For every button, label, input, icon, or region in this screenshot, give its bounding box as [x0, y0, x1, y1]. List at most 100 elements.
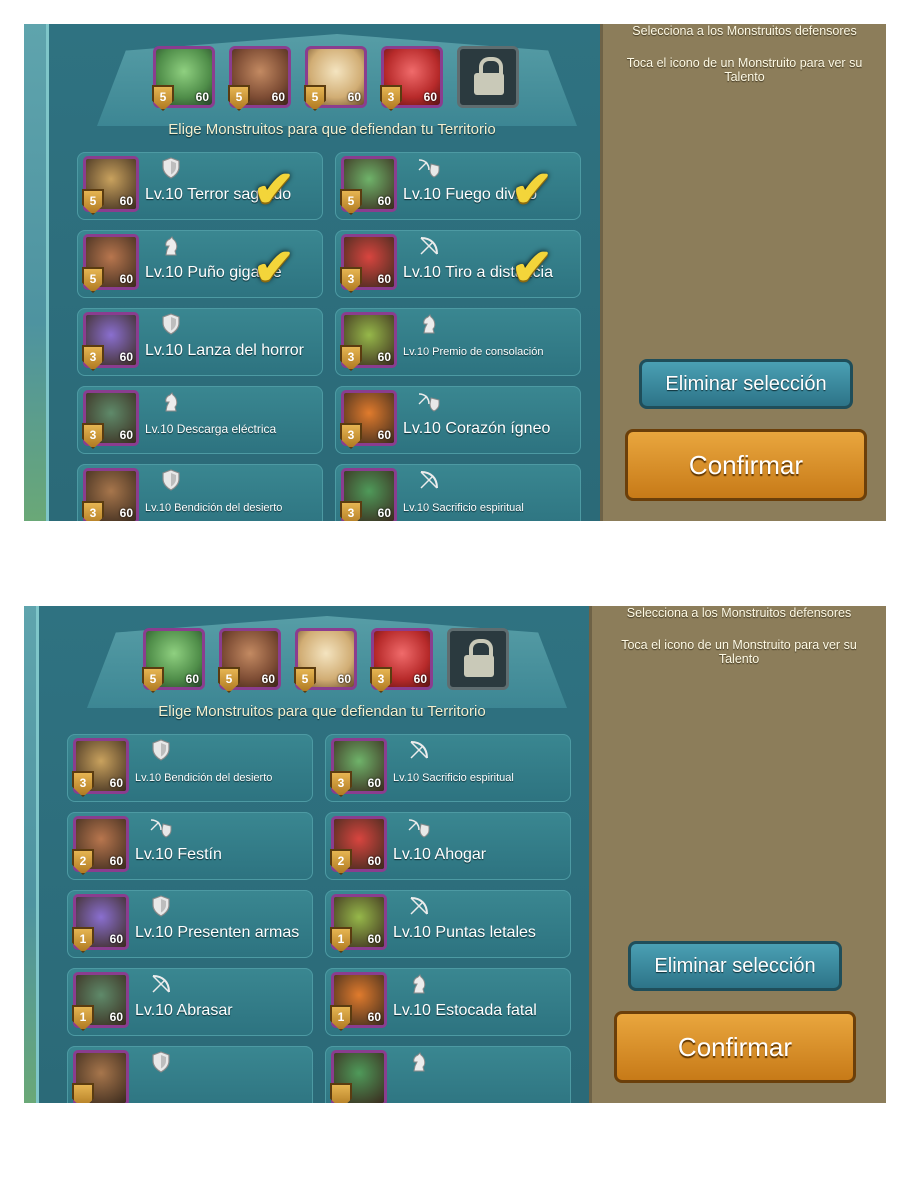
selected-slot[interactable]: 5 60: [218, 628, 281, 693]
screenshot-1: 5 60 5 60 5 60 3 60 Elige Monstruitos para q…: [24, 24, 886, 521]
rank-badge: 5: [218, 667, 240, 693]
selected-slot[interactable]: 3 60: [380, 46, 443, 111]
familiar-portrait[interactable]: 5 60: [82, 234, 139, 293]
slot-level: 60: [347, 90, 361, 104]
talent-name: Lv.10 Bendición del desierto: [135, 772, 273, 784]
familiar-portrait[interactable]: 1 60: [330, 894, 387, 953]
familiar-card[interactable]: 1 60 Lv.10 Puntas letales: [325, 890, 571, 958]
familiar-card[interactable]: 3 60 Lv.10 Descarga eléctrica: [77, 386, 323, 454]
panel-subtitle: Elige Monstruitos para que defiendan tu …: [168, 121, 496, 138]
confirm-button[interactable]: Confirmar: [625, 429, 867, 501]
knight-icon: [407, 1050, 431, 1074]
rank-badge: 3: [370, 667, 392, 693]
familiar-card[interactable]: 5 60 Lv.10 Puño gigante ✔: [77, 230, 323, 298]
familiar-level: 60: [377, 350, 391, 364]
familiar-portrait[interactable]: 2 60: [72, 816, 129, 875]
screenshot-2: 5 60 5 60 5 60 3 60 Elige Monstruitos para q…: [24, 606, 886, 1103]
talent-name: Lv.10 Abrasar: [135, 1002, 233, 1019]
familiar-card[interactable]: [325, 1046, 571, 1103]
familiar-card[interactable]: 3 60 Lv.10 Tiro a distancia ✔: [335, 230, 581, 298]
rank-badge: 5: [340, 189, 362, 215]
slot-level: 60: [423, 90, 437, 104]
bow-icon: [407, 894, 431, 918]
confirm-button[interactable]: Confirmar: [614, 1011, 856, 1083]
slot-level: 60: [271, 90, 285, 104]
rank-badge: 3: [340, 423, 362, 449]
familiar-portrait[interactable]: 3 60: [340, 390, 397, 449]
familiar-portrait[interactable]: 5 60: [340, 156, 397, 215]
talent-name: Lv.10 Presenten armas: [135, 924, 300, 941]
familiar-card[interactable]: 3 60 Lv.10 Sacrificio espiritual: [335, 464, 581, 521]
locked-slot: [457, 46, 519, 108]
knight-icon: [407, 972, 431, 996]
familiar-portrait[interactable]: 5 60: [82, 156, 139, 215]
familiar-portrait[interactable]: [330, 1050, 387, 1103]
lock-icon: [464, 639, 494, 679]
bow-shield-icon: [417, 156, 441, 180]
familiar-level: 60: [377, 194, 391, 208]
rank-badge: 5: [294, 667, 316, 693]
rank-badge: 1: [72, 1005, 94, 1031]
familiar-card[interactable]: 3 60 Lv.10 Bendición del desierto: [67, 734, 313, 802]
familiar-card[interactable]: 3 60 Lv.10 Sacrificio espiritual: [325, 734, 571, 802]
slot-level: 60: [337, 672, 351, 686]
selected-slot[interactable]: 5 60: [294, 628, 357, 693]
familiar-level: 60: [119, 350, 133, 364]
check-icon: ✔: [511, 239, 553, 295]
clear-selection-button[interactable]: Eliminar selección: [628, 941, 842, 991]
familiar-portrait[interactable]: 1 60: [72, 894, 129, 953]
familiar-portrait[interactable]: 3 60: [330, 738, 387, 797]
familiar-portrait[interactable]: [72, 1050, 129, 1103]
familiar-portrait[interactable]: 3 60: [82, 468, 139, 521]
familiar-level: 60: [109, 776, 123, 790]
defender-panel: 5 60 5 60 5 60 3 60 Elige Monstruitos para q…: [36, 606, 608, 1103]
familiar-portrait[interactable]: 1 60: [72, 972, 129, 1031]
clear-selection-button[interactable]: Eliminar selección: [639, 359, 853, 409]
familiar-card[interactable]: 3 60 Lv.10 Corazón ígneo: [335, 386, 581, 454]
shield-icon: [159, 312, 183, 336]
familiar-card[interactable]: 2 60 Lv.10 Festín: [67, 812, 313, 880]
talent-name: Lv.10 Premio de consolación: [403, 346, 544, 358]
familiar-portrait[interactable]: 3 60: [72, 738, 129, 797]
familiar-card[interactable]: [67, 1046, 313, 1103]
rank-badge: 3: [340, 267, 362, 293]
familiar-card[interactable]: 5 60 Lv.10 Terror sagrado ✔: [77, 152, 323, 220]
familiar-portrait[interactable]: 3 60: [340, 468, 397, 521]
selected-slot[interactable]: 5 60: [142, 628, 205, 693]
familiar-portrait[interactable]: 3 60: [82, 390, 139, 449]
familiar-card[interactable]: 1 60 Lv.10 Estocada fatal: [325, 968, 571, 1036]
rank-badge: 3: [340, 345, 362, 371]
talent-name: Lv.10 Ahogar: [393, 846, 487, 863]
familiar-card[interactable]: 3 60 Lv.10 Lanza del horror: [77, 308, 323, 376]
selected-slot[interactable]: 5 60: [304, 46, 367, 111]
selected-slot[interactable]: 5 60: [152, 46, 215, 111]
familiar-portrait[interactable]: 3 60: [340, 234, 397, 293]
check-icon: ✔: [253, 161, 295, 217]
talent-name: Lv.10 Bendición del desierto: [145, 502, 283, 514]
familiar-portrait[interactable]: 2 60: [330, 816, 387, 875]
locked-slot: [447, 628, 509, 690]
rank-badge: 2: [330, 849, 352, 875]
familiar-portrait[interactable]: 3 60: [82, 312, 139, 371]
familiar-card[interactable]: 3 60 Lv.10 Bendición del desierto: [77, 464, 323, 521]
rank-badge: 5: [82, 189, 104, 215]
familiar-card[interactable]: 3 60 Lv.10 Premio de consolación: [335, 308, 581, 376]
selected-slot[interactable]: 5 60: [228, 46, 291, 111]
bow-icon: [417, 468, 441, 492]
shield-icon: [149, 894, 173, 918]
familiar-level: 60: [119, 506, 133, 520]
familiar-card[interactable]: 5 60 Lv.10 Fuego divino ✔: [335, 152, 581, 220]
selected-slot[interactable]: 3 60: [370, 628, 433, 693]
familiar-level: 60: [367, 932, 381, 946]
slot-level: 60: [261, 672, 275, 686]
familiar-card[interactable]: 1 60 Lv.10 Presenten armas: [67, 890, 313, 958]
familiar-portrait[interactable]: 1 60: [330, 972, 387, 1031]
familiar-portrait[interactable]: 3 60: [340, 312, 397, 371]
familiar-card[interactable]: 1 60 Lv.10 Abrasar: [67, 968, 313, 1036]
familiar-level: 60: [377, 428, 391, 442]
defender-panel: 5 60 5 60 5 60 3 60 Elige Monstruitos para q…: [46, 24, 618, 521]
familiar-card[interactable]: 2 60 Lv.10 Ahogar: [325, 812, 571, 880]
slot-level: 60: [413, 672, 427, 686]
rank-badge: [72, 1083, 94, 1103]
rank-badge: [330, 1083, 352, 1103]
